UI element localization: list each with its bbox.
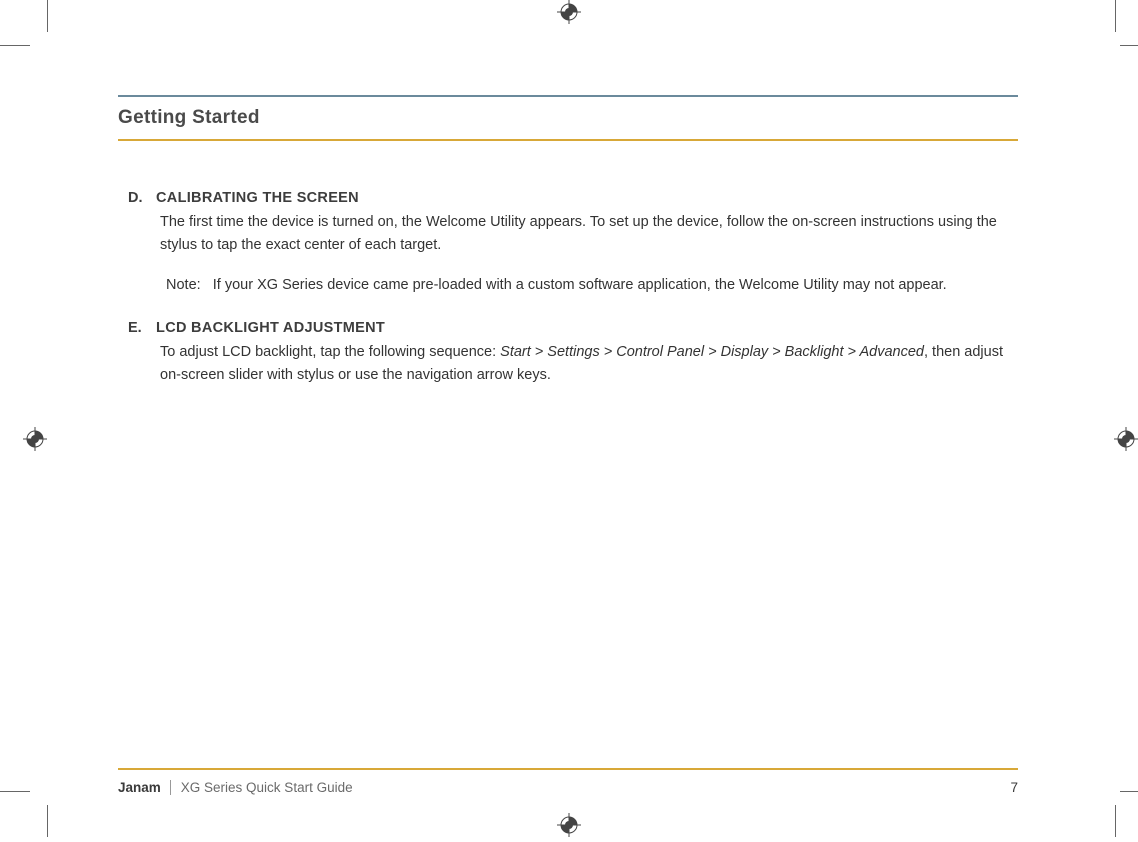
- crop-mark: [0, 45, 30, 46]
- crop-mark: [1120, 45, 1138, 46]
- body-content: D. CALIBRATING THE SCREEN The first time…: [118, 187, 1018, 386]
- guide-name: XG Series Quick Start Guide: [181, 780, 353, 795]
- note-row: Note: If your XG Series device came pre-…: [128, 274, 1018, 296]
- list-marker: D.: [128, 187, 152, 209]
- section-body: The first time the device is turned on, …: [128, 211, 1018, 256]
- section-e: E. LCD BACKLIGHT ADJUSTMENT To adjust LC…: [128, 317, 1018, 386]
- section-heading: LCD BACKLIGHT ADJUSTMENT: [156, 320, 385, 336]
- registration-mark-icon: [557, 0, 581, 24]
- crop-mark: [1120, 791, 1138, 792]
- section-title: Getting Started: [118, 107, 1018, 129]
- page-footer: Janam XG Series Quick Start Guide 7: [118, 768, 1018, 795]
- menu-path: Start > Settings > Control Panel > Displ…: [500, 344, 924, 360]
- brand-name: Janam: [118, 780, 171, 795]
- section-body: To adjust LCD backlight, tap the followi…: [128, 341, 1018, 386]
- crop-mark: [47, 805, 48, 837]
- page-number: 7: [1010, 780, 1018, 795]
- divider-accent: [118, 139, 1018, 141]
- note-body: If your XG Series device came pre-loaded…: [213, 277, 947, 293]
- section-d: D. CALIBRATING THE SCREEN The first time…: [128, 187, 1018, 297]
- crop-mark: [47, 0, 48, 32]
- divider-footer: [118, 768, 1018, 770]
- page-content: Getting Started D. CALIBRATING THE SCREE…: [118, 95, 1018, 795]
- crop-mark: [1115, 0, 1116, 32]
- registration-mark-icon: [1114, 427, 1138, 451]
- body-text: To adjust LCD backlight, tap the followi…: [160, 344, 500, 360]
- registration-mark-icon: [557, 813, 581, 837]
- crop-mark: [0, 791, 30, 792]
- divider-top: [118, 95, 1018, 97]
- footer-left: Janam XG Series Quick Start Guide: [118, 780, 353, 795]
- note-label: Note:: [166, 277, 201, 293]
- section-heading: CALIBRATING THE SCREEN: [156, 190, 359, 206]
- list-marker: E.: [128, 317, 152, 339]
- registration-mark-icon: [23, 427, 47, 451]
- crop-mark: [1115, 805, 1116, 837]
